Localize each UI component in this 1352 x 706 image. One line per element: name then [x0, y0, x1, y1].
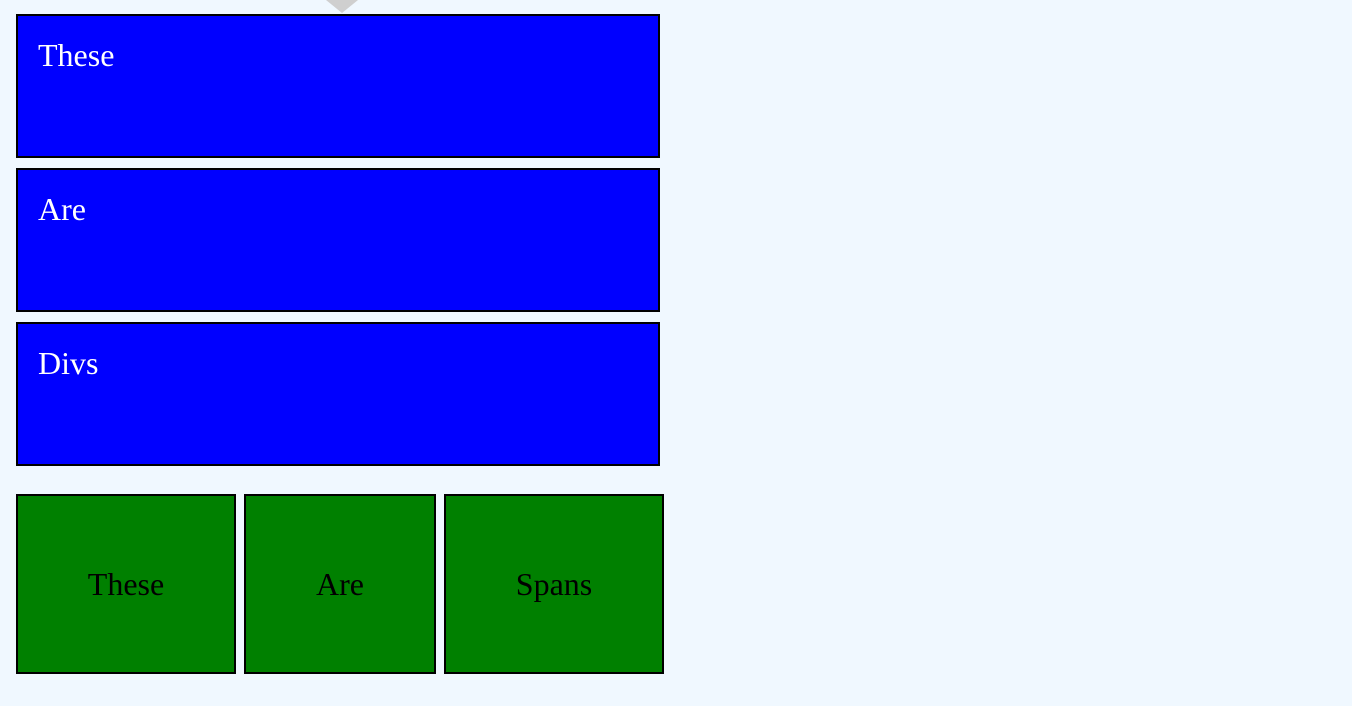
top-triangle-marker	[326, 0, 358, 13]
div-box-label: These	[38, 37, 115, 73]
span-box-label: Spans	[515, 565, 593, 602]
span-box-3: Spans	[444, 494, 664, 674]
span-box-1: These	[16, 494, 236, 674]
div-box-label: Are	[38, 191, 86, 227]
div-box-label: Divs	[38, 345, 99, 381]
div-box-1: These	[16, 14, 660, 158]
div-box-3: Divs	[16, 322, 660, 466]
span-box-label: These	[87, 565, 165, 602]
div-box-2: Are	[16, 168, 660, 312]
span-box-2: Are	[244, 494, 436, 674]
span-box-label: Are	[316, 565, 364, 602]
